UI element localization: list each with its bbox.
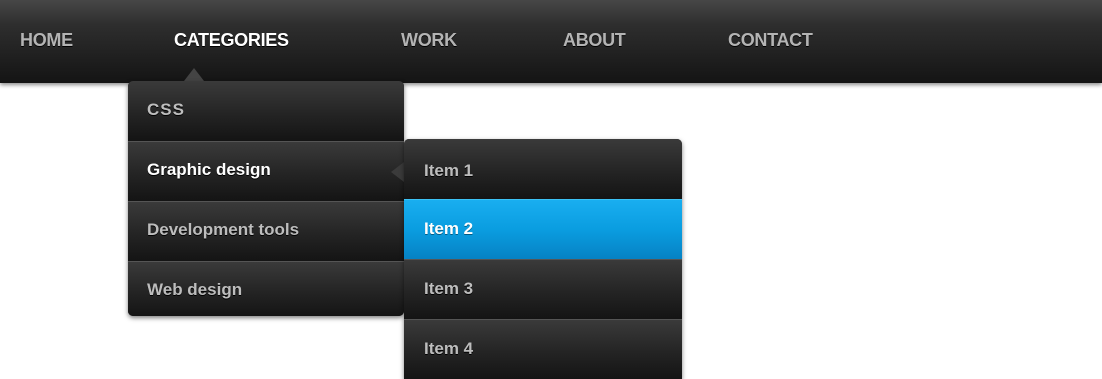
nav-item-contact[interactable]: CONTACT [728, 30, 813, 51]
submenu-item-label: Item 2 [424, 219, 474, 238]
nav-item-about[interactable]: ABOUT [563, 30, 626, 51]
nav-item-home[interactable]: HOME [20, 30, 73, 51]
dropdown-item-development-tools[interactable]: Development tools [128, 201, 404, 261]
dropdown-item-label: Web design [147, 280, 243, 299]
dropdown-item-css[interactable]: CSS [128, 81, 404, 141]
submenu-item-3[interactable]: Item 3 [404, 259, 682, 319]
submenu-item-label: Item 1 [424, 161, 474, 180]
dropdown-item-web-design[interactable]: Web design [128, 261, 404, 316]
graphic-design-submenu: Item 1 Item 2 Item 3 Item 4 [404, 139, 682, 379]
nav-item-work[interactable]: WORK [401, 30, 457, 51]
submenu-item-label: Item 3 [424, 279, 474, 298]
submenu-item-1[interactable]: Item 1 [404, 139, 682, 199]
top-navigation-bar: HOME CATEGORIES WORK ABOUT CONTACT [0, 0, 1102, 83]
submenu-item-2[interactable]: Item 2 [404, 199, 682, 259]
dropdown-item-graphic-design[interactable]: Graphic design [128, 141, 404, 201]
submenu-pointer-arrow [391, 162, 404, 182]
submenu-item-4[interactable]: Item 4 [404, 319, 682, 379]
dropdown-item-label: CSS [147, 100, 185, 119]
dropdown-item-label: Development tools [147, 220, 300, 239]
dropdown-pointer-arrow [184, 68, 204, 81]
dropdown-item-label: Graphic design [147, 160, 271, 179]
submenu-item-label: Item 4 [424, 339, 474, 358]
categories-dropdown-menu: CSS Graphic design Development tools Web… [128, 81, 404, 316]
nav-item-categories[interactable]: CATEGORIES [174, 30, 289, 51]
